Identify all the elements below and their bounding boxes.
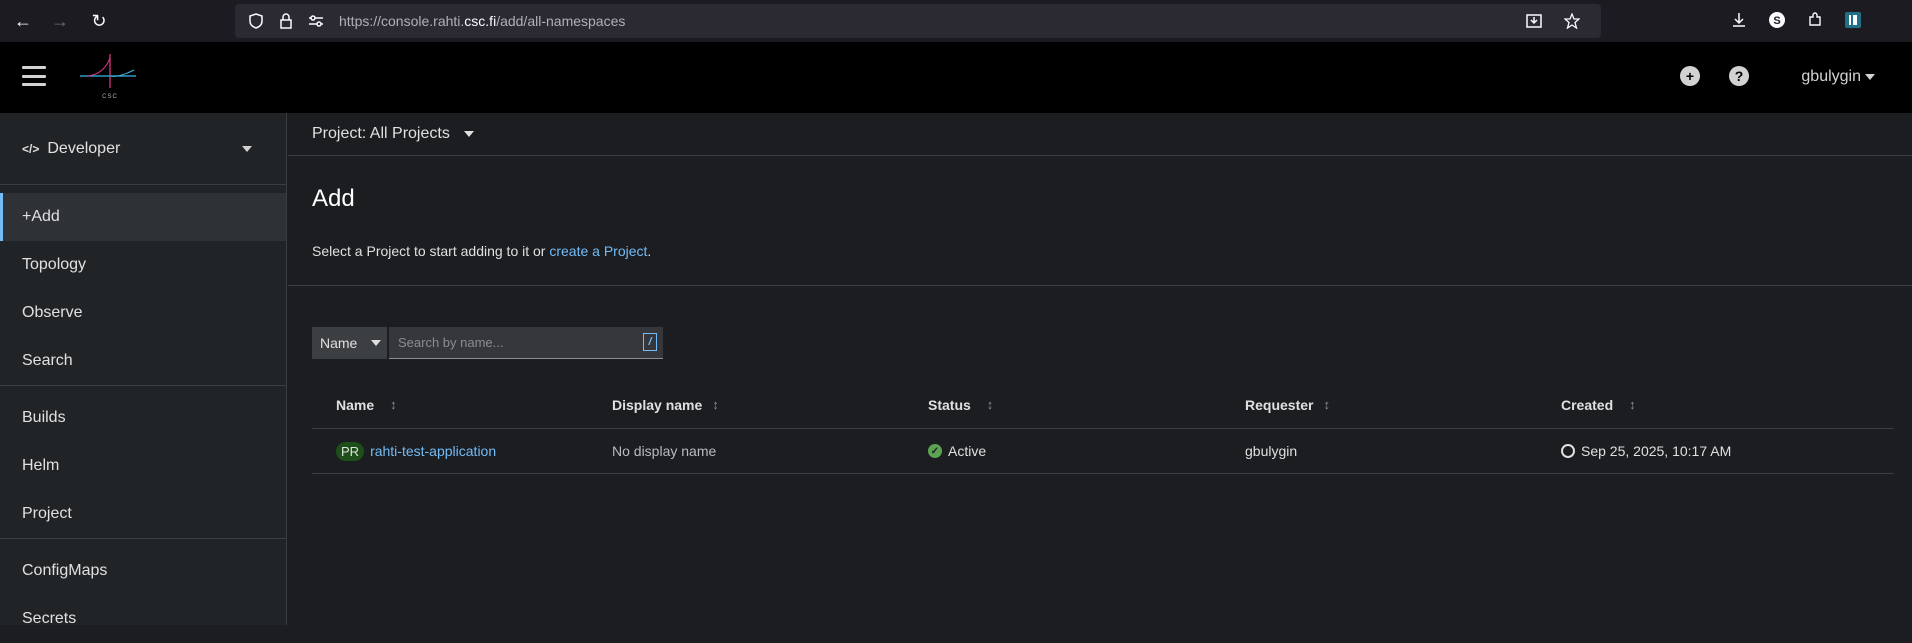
caret-down-icon: [242, 146, 252, 152]
filter-toolbar: Name Search by name... /: [312, 327, 663, 359]
project-selector-label: Project: All Projects: [312, 125, 450, 142]
column-header-created[interactable]: Created ↕: [1561, 397, 1861, 413]
downloads-icon[interactable]: [1725, 6, 1753, 34]
requester-cell: gbulygin: [1245, 443, 1298, 459]
sort-icon[interactable]: ↕: [712, 397, 719, 412]
user-menu[interactable]: gbulygin: [1801, 68, 1875, 86]
svg-text:S: S: [1773, 15, 1780, 27]
add-plus-icon[interactable]: +: [1680, 66, 1700, 86]
sidebar-item-add[interactable]: +Add: [0, 193, 286, 241]
project-name-link[interactable]: rahti-test-application: [370, 443, 496, 459]
page-title: Add: [312, 185, 355, 212]
lock-icon[interactable]: [275, 10, 297, 32]
main-content: Project: All Projects Add Select a Proje…: [288, 113, 1912, 625]
help-icon[interactable]: ?: [1729, 66, 1749, 86]
create-project-link[interactable]: create a Project: [549, 243, 647, 259]
nav-group-resources: Builds Helm Project: [0, 386, 286, 539]
forward-arrow-icon[interactable]: →: [45, 6, 75, 36]
extension-app-icon[interactable]: [1839, 6, 1867, 34]
sidebar-item-helm[interactable]: Helm: [0, 442, 286, 490]
bookmark-star-icon[interactable]: [1561, 10, 1583, 32]
reload-icon[interactable]: ↻: [84, 6, 114, 36]
search-input[interactable]: Search by name... /: [389, 327, 663, 359]
code-icon: </>: [22, 141, 40, 156]
svg-text:CSC: CSC: [102, 94, 118, 100]
table-row: PR rahti-test-application No display nam…: [312, 429, 1894, 474]
caret-down-icon: [1865, 74, 1875, 80]
sidebar-item-builds[interactable]: Builds: [0, 394, 286, 442]
globe-icon: [1561, 444, 1575, 458]
filter-type-select[interactable]: Name: [312, 327, 387, 359]
caret-down-icon: [463, 131, 474, 137]
sort-icon[interactable]: ↕: [987, 397, 994, 412]
sidebar-item-search[interactable]: Search: [0, 337, 286, 385]
column-header-name[interactable]: Name ↕: [312, 397, 612, 413]
project-badge: PR: [336, 441, 365, 461]
install-app-icon[interactable]: [1523, 10, 1545, 32]
sidebar-item-observe[interactable]: Observe: [0, 289, 286, 337]
sidebar: </> Developer +Add Topology Observe Sear…: [0, 113, 287, 627]
back-arrow-icon[interactable]: ←: [8, 6, 38, 36]
permissions-icon[interactable]: [305, 10, 327, 32]
sidebar-item-configmaps[interactable]: ConfigMaps: [0, 547, 286, 595]
sort-icon[interactable]: ↕: [390, 397, 397, 412]
project-selector[interactable]: Project: All Projects: [288, 113, 1912, 156]
csc-logo[interactable]: CSC: [78, 52, 140, 102]
nav-group-main: +Add Topology Observe Search: [0, 185, 286, 386]
column-header-status[interactable]: Status ↕: [928, 397, 1245, 413]
perspective-label: Developer: [47, 139, 121, 157]
app-masthead: CSC + ? gbulygin: [0, 42, 1912, 113]
keyboard-shortcut-hint: /: [643, 333, 657, 351]
hamburger-menu-icon[interactable]: [22, 66, 46, 86]
url-bar[interactable]: https://console.rahti.csc.fi/add/all-nam…: [235, 4, 1601, 38]
check-circle-icon: ✓: [928, 444, 942, 458]
status-cell: ✓ Active: [928, 443, 1245, 459]
sort-icon[interactable]: ↕: [1629, 397, 1636, 412]
table-header: Name ↕ Display name ↕ Status ↕ Requester ↕ C…: [312, 381, 1894, 429]
perspective-switcher[interactable]: </> Developer: [0, 113, 286, 185]
sidebar-item-topology[interactable]: Topology: [0, 241, 286, 289]
column-header-display-name[interactable]: Display name ↕: [612, 397, 928, 413]
sort-icon[interactable]: ↕: [1323, 397, 1330, 412]
sidebar-item-project[interactable]: Project: [0, 490, 286, 538]
extensions-icon[interactable]: [1801, 6, 1829, 34]
nav-group-config: ConfigMaps Secrets: [0, 539, 286, 643]
column-header-requester[interactable]: Requester ↕: [1245, 397, 1561, 413]
created-cell: Sep 25, 2025, 10:17 AM: [1561, 443, 1861, 459]
shield-icon[interactable]: [245, 10, 267, 32]
browser-toolbar: ← → ↻ https://console.rahti.csc.fi/add/a…: [0, 0, 1912, 42]
account-extension-icon[interactable]: S: [1763, 6, 1791, 34]
display-name-cell: No display name: [612, 443, 717, 459]
url-text[interactable]: https://console.rahti.csc.fi/add/all-nam…: [339, 13, 625, 29]
projects-table: Name ↕ Display name ↕ Status ↕ Requester ↕ C…: [312, 381, 1894, 474]
sidebar-item-secrets[interactable]: Secrets: [0, 595, 286, 643]
page-description: Select a Project to start adding to it o…: [312, 243, 652, 259]
caret-down-icon: [371, 340, 382, 346]
user-name: gbulygin: [1801, 68, 1861, 85]
divider: [288, 285, 1912, 286]
